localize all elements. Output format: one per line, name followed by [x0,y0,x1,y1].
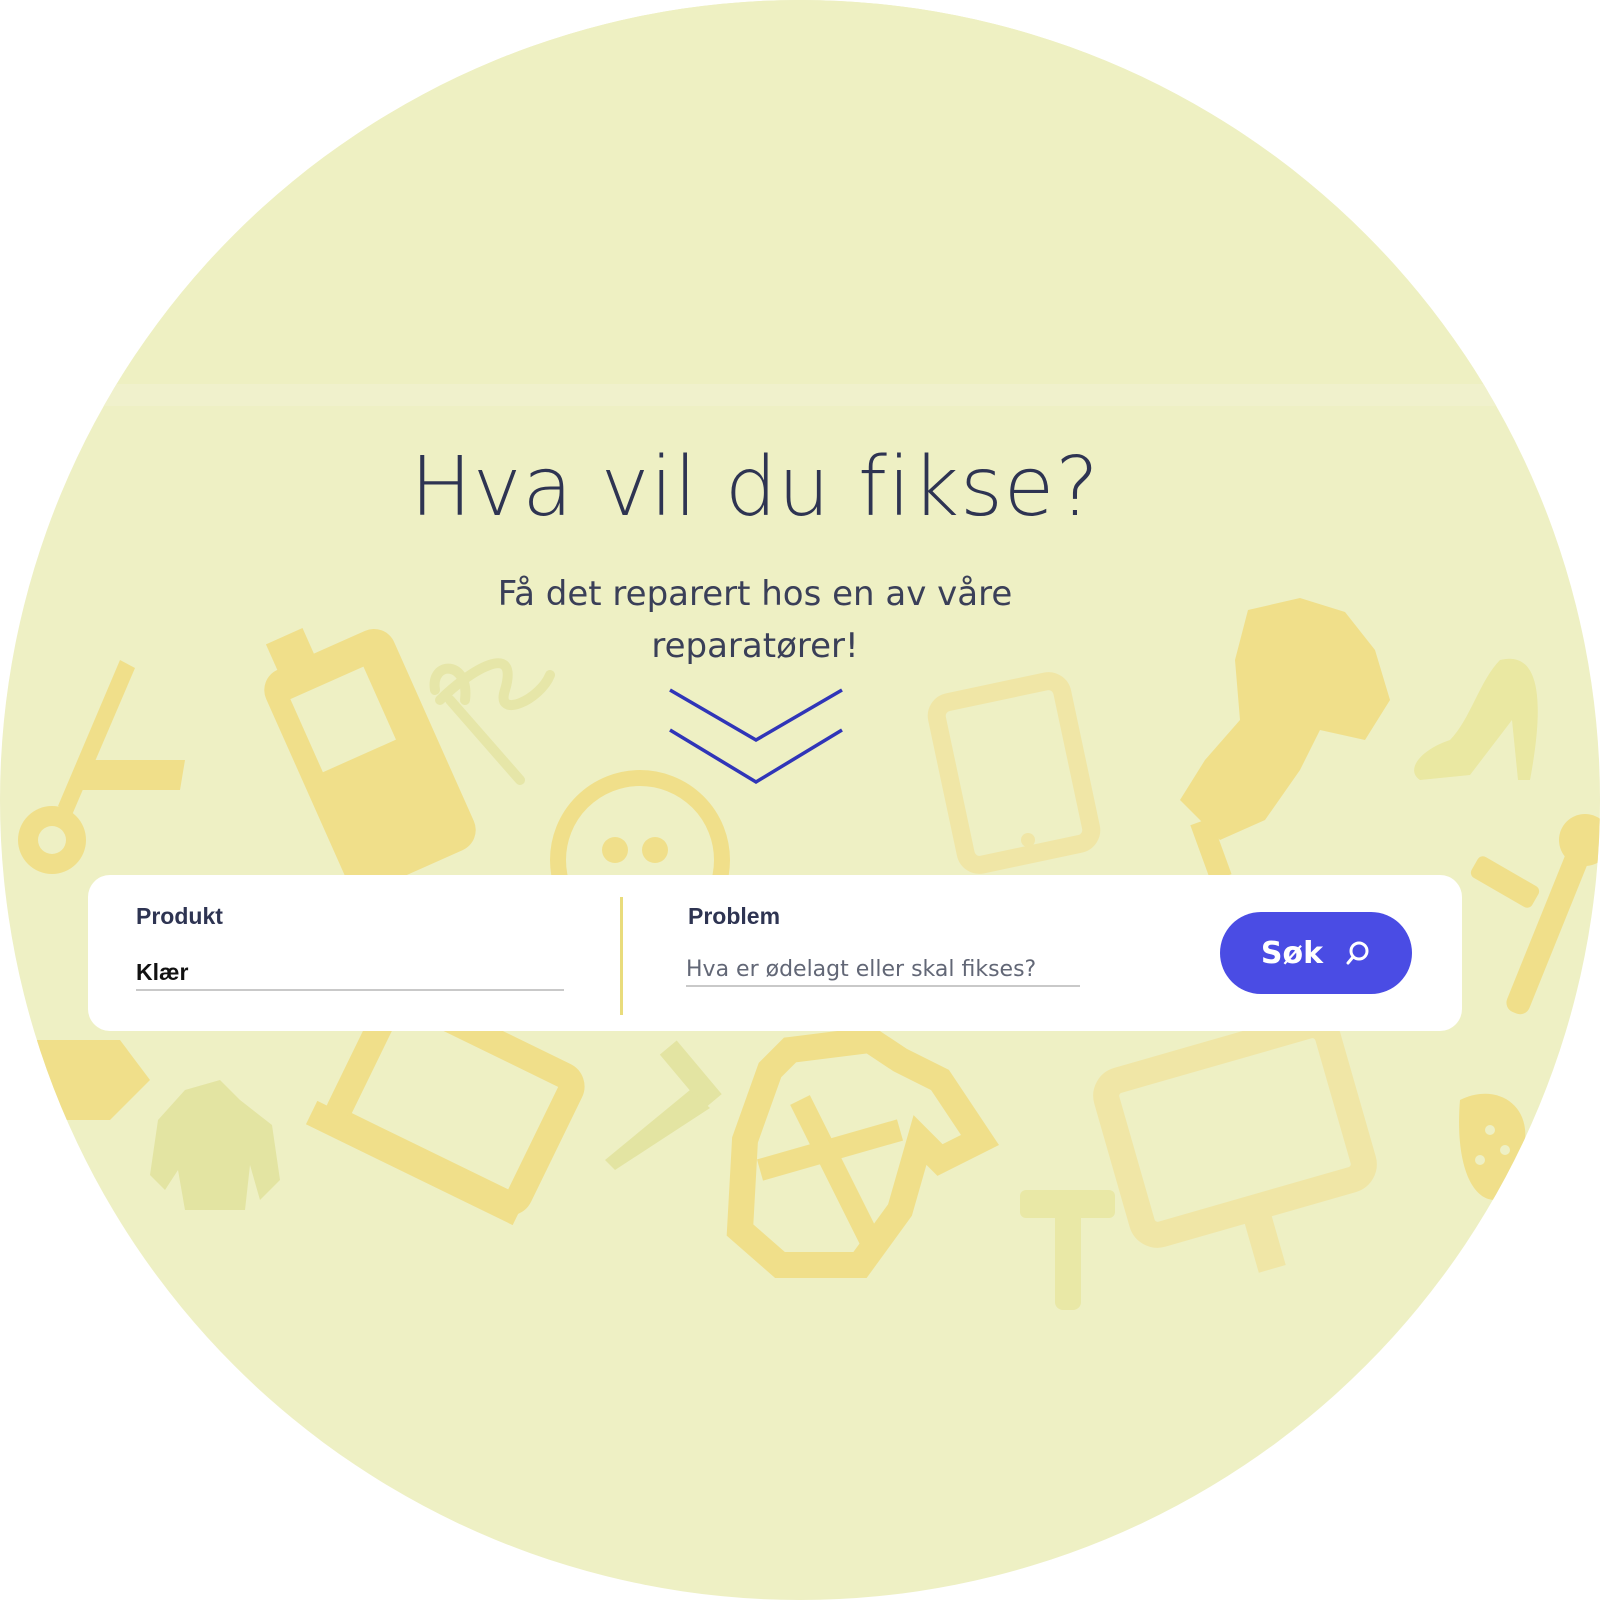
shirt-icon [726,1026,999,1278]
double-chevron-down-icon[interactable] [668,686,844,790]
search-button-label: Søk [1260,935,1324,971]
tablet-icon [927,672,1101,874]
bike-pump-icon [1470,814,1600,1015]
hair-dryer-icon [1459,1093,1526,1200]
field-divider [620,897,623,1015]
product-value: Klær [136,959,189,985]
problem-label: Problem [688,903,781,929]
product-label: Produkt [136,903,223,929]
needle-thread-icon [429,658,555,785]
page-subtitle: Få det reparert hos en av våre reparatør… [497,574,1013,666]
mobile-phone-icon [264,628,476,892]
background-pattern [0,598,1600,1310]
monitor-icon [1093,1012,1377,1273]
dress-form-icon [1180,598,1390,882]
nail-icon [605,1040,722,1170]
jacket-icon [150,1080,280,1210]
bracket-icon [0,1040,150,1120]
product-field[interactable]: Klær [136,955,564,991]
search-form: Produkt Klær Problem Hva er ødelagt elle… [88,875,1462,1031]
search-icon [1346,941,1369,965]
hero-circle: Hva vil du fikse? Få det reparert hos en… [0,0,1600,1600]
scissors-icon [18,660,185,874]
hammer-icon [1020,1190,1115,1310]
high-heel-icon [1414,658,1538,780]
search-button[interactable]: Søk [1220,912,1412,994]
page-title: Hva vil du fikse? [410,440,1100,535]
problem-input[interactable]: Hva er ødelagt eller skal fikses? [686,951,1080,987]
problem-placeholder: Hva er ødelagt eller skal fikses? [686,957,1037,982]
